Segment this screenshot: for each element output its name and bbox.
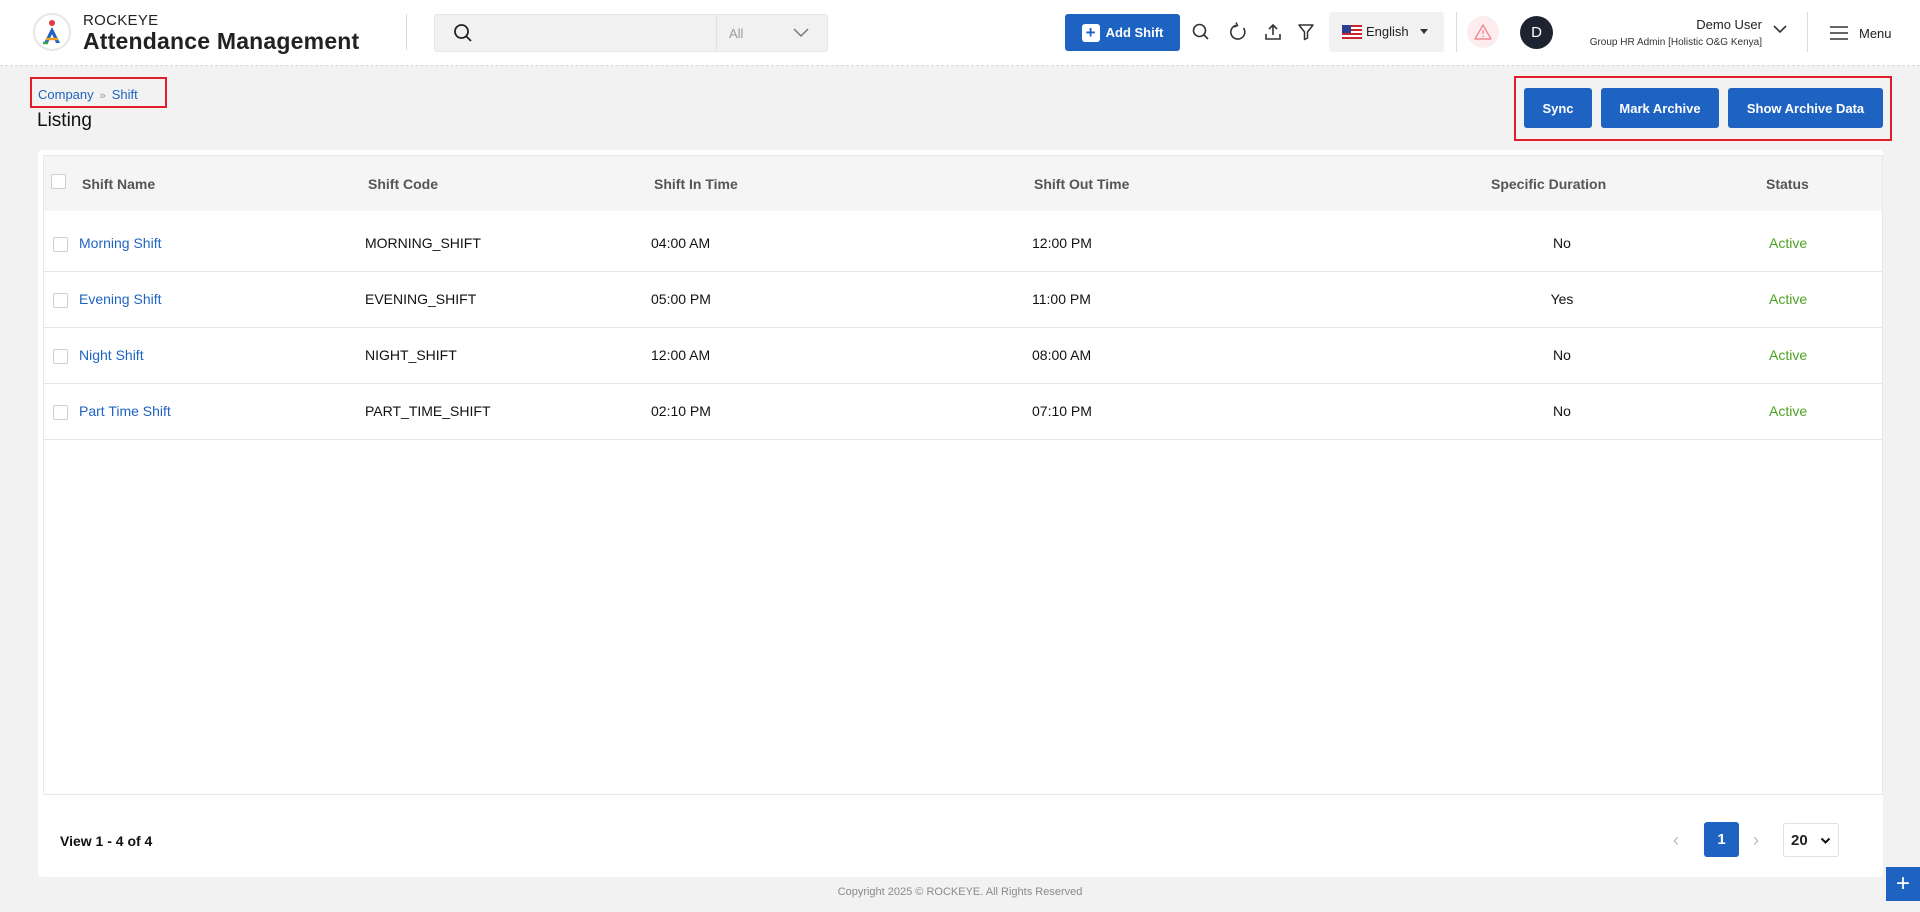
add-shift-button[interactable]: + Add Shift — [1065, 14, 1180, 51]
column-header-shift-name[interactable]: Shift Name — [82, 176, 155, 192]
status-badge: Active — [1769, 403, 1808, 419]
shift-name-link[interactable]: Morning Shift — [79, 235, 161, 251]
column-header-shift-code[interactable]: Shift Code — [368, 176, 438, 192]
alert-button[interactable] — [1467, 16, 1499, 48]
page-button-current[interactable]: 1 — [1704, 822, 1739, 857]
shift-code: PART_TIME_SHIFT — [365, 403, 491, 419]
header-divider — [1807, 12, 1808, 52]
chevron-down-icon — [793, 28, 809, 38]
table-row: Morning Shift MORNING_SHIFT 04:00 AM 12:… — [44, 216, 1882, 272]
top-header: ROCKEYE Attendance Management All + Add … — [0, 0, 1920, 66]
row-checkbox[interactable] — [53, 237, 68, 252]
page-size-select[interactable]: 20 — [1783, 823, 1839, 857]
caret-down-icon — [1420, 29, 1428, 34]
mark-archive-button[interactable]: Mark Archive — [1601, 88, 1719, 128]
app-title: Attendance Management — [83, 28, 360, 54]
shift-out-time: 11:00 PM — [1032, 291, 1091, 307]
shift-code: MORNING_SHIFT — [365, 235, 481, 251]
add-shift-label: Add Shift — [1105, 25, 1164, 40]
language-label: English — [1366, 24, 1409, 39]
footer-copyright: Copyright 2025 © ROCKEYE. All Rights Res… — [837, 886, 1083, 898]
shift-in-time: 12:00 AM — [651, 347, 711, 363]
shift-table: Shift Name Shift Code Shift In Time Shif… — [43, 155, 1883, 795]
breadcrumb: Company » Shift — [30, 77, 167, 108]
search-icon[interactable] — [1191, 22, 1213, 44]
brand-name: ROCKEYE — [83, 12, 159, 29]
row-checkbox[interactable] — [53, 349, 68, 364]
shift-out-time: 12:00 PM — [1032, 235, 1092, 251]
menu-button[interactable]: Menu — [1829, 24, 1909, 44]
search-scope-label: All — [729, 26, 744, 41]
status-badge: Active — [1769, 291, 1808, 307]
shift-in-time: 05:00 PM — [651, 291, 711, 307]
language-select[interactable]: English — [1329, 12, 1444, 52]
column-header-shift-out-time[interactable]: Shift Out Time — [1034, 176, 1129, 192]
specific-duration: No — [1553, 403, 1571, 419]
shift-in-time: 02:10 PM — [651, 403, 711, 419]
header-divider — [406, 14, 407, 50]
chevron-down-icon — [1820, 837, 1831, 844]
shift-listing-card: Shift Name Shift Code Shift In Time Shif… — [38, 150, 1883, 877]
chevron-double-right-icon: » — [99, 90, 106, 102]
search-scope-select[interactable]: All — [716, 15, 828, 51]
upload-icon[interactable] — [1263, 22, 1285, 44]
shift-code: EVENING_SHIFT — [365, 291, 477, 307]
action-toolbar: Sync Mark Archive Show Archive Data — [1514, 76, 1892, 141]
row-checkbox[interactable] — [53, 405, 68, 420]
table-row: Part Time Shift PART_TIME_SHIFT 02:10 PM… — [44, 384, 1882, 440]
column-header-specific-duration[interactable]: Specific Duration — [1491, 176, 1606, 192]
shift-out-time: 07:10 PM — [1032, 403, 1092, 419]
status-badge: Active — [1769, 347, 1808, 363]
column-header-shift-in-time[interactable]: Shift In Time — [654, 176, 738, 192]
filter-icon[interactable] — [1296, 22, 1318, 44]
shift-name-link[interactable]: Night Shift — [79, 347, 144, 363]
specific-duration: No — [1553, 347, 1571, 363]
page-title: Listing — [37, 110, 92, 131]
table-row: Evening Shift EVENING_SHIFT 05:00 PM 11:… — [44, 272, 1882, 328]
refresh-icon[interactable] — [1228, 22, 1250, 44]
hamburger-icon — [1830, 26, 1848, 40]
breadcrumb-shift[interactable]: Shift — [112, 87, 138, 102]
avatar[interactable]: D — [1520, 16, 1553, 49]
menu-label: Menu — [1859, 26, 1892, 41]
status-badge: Active — [1769, 235, 1808, 251]
shift-code: NIGHT_SHIFT — [365, 347, 457, 363]
search-input[interactable] — [485, 15, 725, 51]
row-checkbox[interactable] — [53, 293, 68, 308]
table-header: Shift Name Shift Code Shift In Time Shif… — [44, 156, 1882, 211]
shift-name-link[interactable]: Evening Shift — [79, 291, 162, 307]
shift-name-link[interactable]: Part Time Shift — [79, 403, 171, 419]
show-archive-data-button[interactable]: Show Archive Data — [1728, 88, 1883, 128]
header-divider — [1456, 12, 1457, 52]
breadcrumb-company[interactable]: Company — [38, 87, 94, 102]
chevron-down-icon[interactable] — [1772, 24, 1788, 34]
global-search: All — [434, 14, 828, 52]
specific-duration: No — [1553, 235, 1571, 251]
user-name: Demo User — [1696, 17, 1762, 32]
shift-in-time: 04:00 AM — [651, 235, 711, 251]
next-page-icon[interactable]: › — [1753, 830, 1759, 851]
shift-out-time: 08:00 AM — [1032, 347, 1092, 363]
user-role: Group HR Admin [Holistic O&G Kenya] — [1589, 37, 1762, 48]
column-header-status[interactable]: Status — [1766, 176, 1809, 192]
floating-add-button[interactable]: + — [1886, 867, 1920, 901]
table-row: Night Shift NIGHT_SHIFT 12:00 AM 08:00 A… — [44, 328, 1882, 384]
rockeye-logo — [33, 13, 71, 51]
warning-icon — [1474, 24, 1492, 40]
specific-duration: Yes — [1550, 291, 1574, 307]
pagination-summary: View 1 - 4 of 4 — [60, 833, 153, 849]
plus-icon: + — [1081, 23, 1100, 42]
previous-page-icon[interactable]: ‹ — [1673, 830, 1679, 851]
sync-button[interactable]: Sync — [1524, 88, 1592, 128]
page-size-value: 20 — [1791, 832, 1808, 849]
select-all-checkbox[interactable] — [51, 174, 66, 189]
search-icon — [453, 23, 473, 48]
us-flag-icon — [1342, 25, 1362, 39]
